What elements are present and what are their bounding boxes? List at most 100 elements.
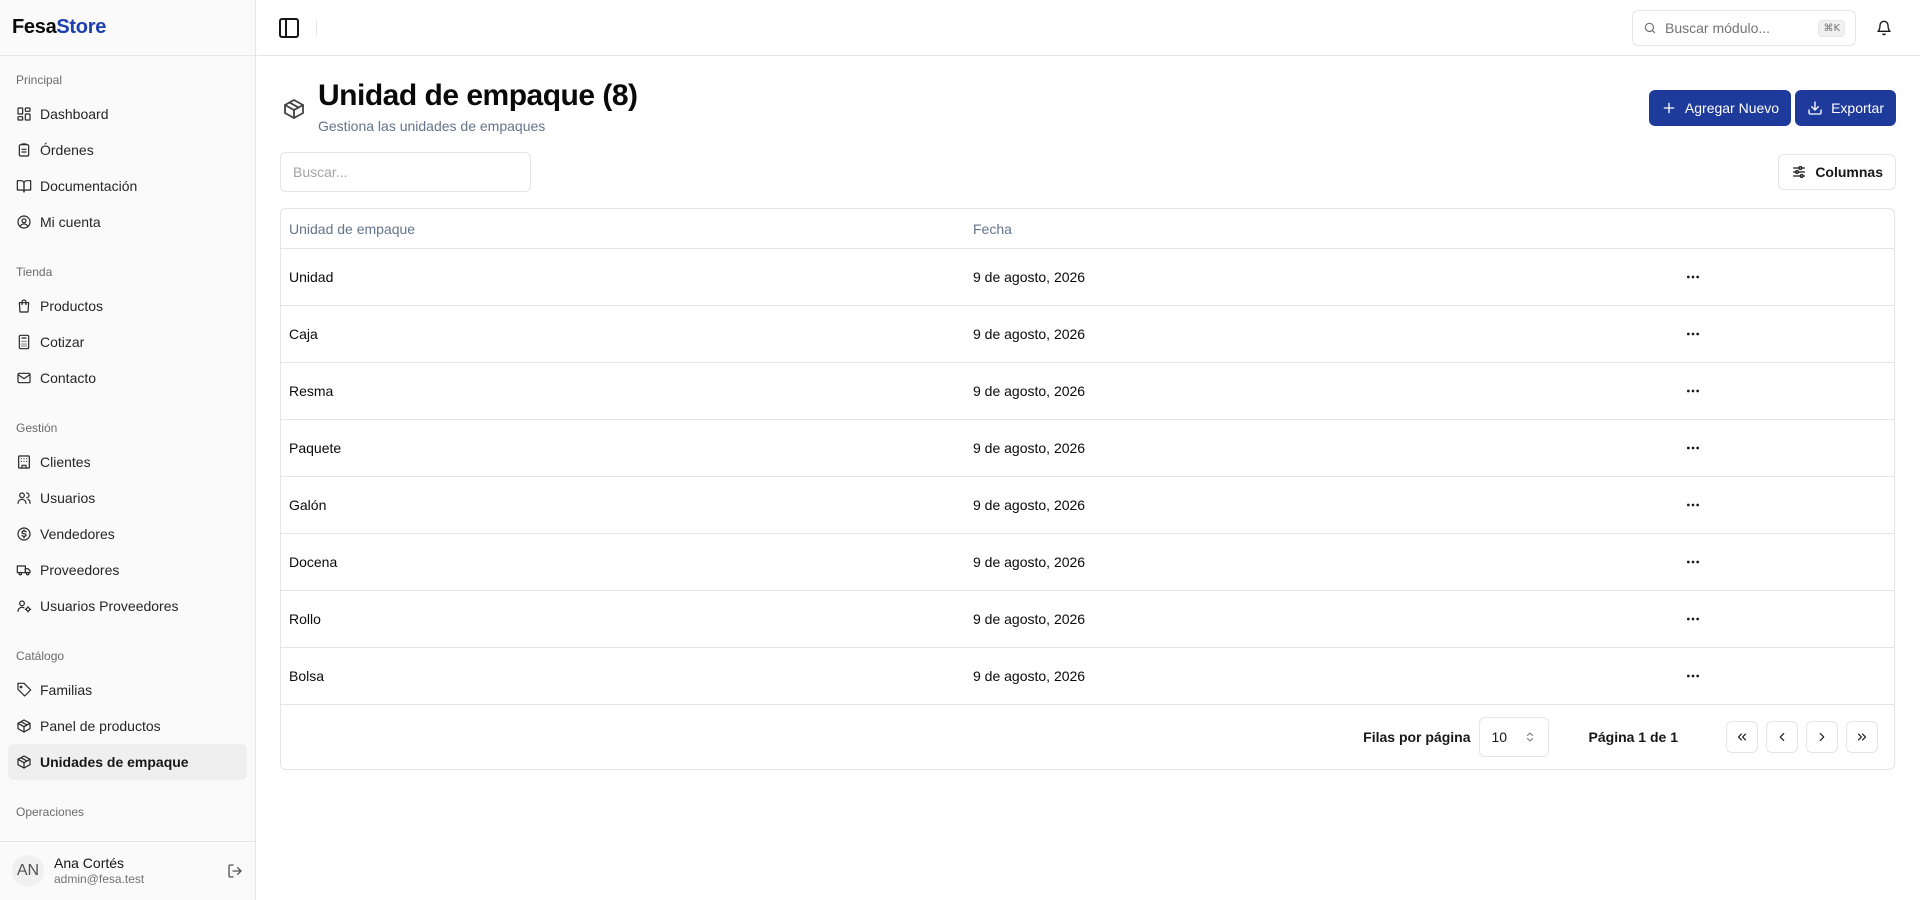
table-row[interactable]: Bolsa 9 de agosto, 2026 (281, 648, 1894, 705)
sidebar-item-cotizar[interactable]: Cotizar (8, 324, 247, 360)
column-header-unit[interactable]: Unidad de empaque (281, 221, 973, 237)
column-header-date[interactable]: Fecha (973, 221, 1673, 237)
row-actions-button[interactable] (1677, 546, 1709, 578)
topbar: Buscar módulo... ⌘K (257, 0, 1920, 56)
more-horizontal-icon (1687, 275, 1699, 279)
sidebar-item-contacto[interactable]: Contacto (8, 360, 247, 396)
table-row[interactable]: Rollo 9 de agosto, 2026 (281, 591, 1894, 648)
topbar-separator (316, 20, 317, 36)
dashboard-icon (17, 107, 31, 121)
cell-date: 9 de agosto, 2026 (973, 326, 1086, 342)
cell-actions (1673, 489, 1713, 521)
sidebar-item-label: Órdenes (40, 142, 94, 158)
sidebar-item-label: Dashboard (40, 106, 109, 122)
previous-page-button[interactable] (1766, 721, 1798, 753)
row-actions-button[interactable] (1677, 489, 1709, 521)
export-button[interactable]: Exportar (1795, 90, 1896, 126)
cell-actions (1673, 660, 1713, 692)
nav-group: Gestión Clientes Usuarios Vendedores Proveed… (8, 412, 247, 624)
table-row[interactable]: Unidad 9 de agosto, 2026 (281, 249, 1894, 306)
cell-date: 9 de agosto, 2026 (973, 611, 1086, 627)
sidebar-item-label: Unidades de empaque (40, 754, 189, 770)
cell-date: 9 de agosto, 2026 (973, 269, 1086, 285)
brand-logo[interactable]: Fesa Store (0, 0, 255, 56)
row-actions-button[interactable] (1677, 261, 1709, 293)
sidebar-item-label: Documentación (40, 178, 138, 194)
cell-unit: Rollo (289, 611, 321, 627)
last-page-button[interactable] (1846, 721, 1878, 753)
table-row[interactable]: Galón 9 de agosto, 2026 (281, 477, 1894, 534)
shopping-bag-icon (18, 299, 30, 313)
sidebar-item-label: Cotizar (40, 334, 85, 350)
sidebar-item-usuarios[interactable]: Usuarios (8, 480, 247, 516)
first-page-button[interactable] (1726, 721, 1758, 753)
rows-per-page-select[interactable]: 10 (1478, 717, 1549, 757)
package-icon (284, 99, 304, 119)
package-icon (17, 755, 31, 769)
plus-icon (1663, 102, 1675, 114)
sidebar-item-dashboard[interactable]: Dashboard (8, 96, 247, 132)
sidebar-item-usuarios-proveedores[interactable]: Usuarios Proveedores (8, 588, 247, 624)
sidebar-item-label: Proveedores (40, 562, 120, 578)
building-icon (18, 455, 30, 469)
columns-label: Columnas (1815, 164, 1883, 180)
sidebar-item-label: Vendedores (40, 526, 115, 542)
sidebar-item-proveedores[interactable]: Proveedores (8, 552, 247, 588)
sidebar-item-clientes[interactable]: Clientes (8, 444, 247, 480)
row-actions-button[interactable] (1677, 432, 1709, 464)
page-title: Unidad de empaque (8) (318, 79, 638, 112)
sidebar-item-label: Clientes (40, 454, 91, 470)
next-page-button[interactable] (1806, 721, 1838, 753)
more-horizontal-icon (1687, 674, 1699, 678)
cell-unit: Caja (289, 326, 318, 342)
cell-unit: Resma (289, 383, 334, 399)
nav-group-label: Gestión (16, 421, 58, 435)
sidebar-item-vendedores[interactable]: Vendedores (8, 516, 247, 552)
add-new-button[interactable]: Agregar Nuevo (1648, 90, 1792, 126)
table-search-input[interactable] (280, 152, 531, 192)
users-icon (17, 492, 31, 504)
user-name: Ana Cortés (54, 855, 125, 872)
sidebar-item-mi-cuenta[interactable]: Mi cuenta (8, 204, 247, 240)
sidebar-item-label: Usuarios (40, 490, 96, 506)
download-icon (1808, 101, 1822, 115)
sidebar-item-ordenes[interactable]: Órdenes (8, 132, 247, 168)
sidebar-item-label: Contacto (40, 370, 97, 386)
user-email: admin@fesa.test (54, 872, 145, 887)
columns-button[interactable]: Columnas (1778, 154, 1896, 190)
nav-group-label: Tienda (16, 265, 53, 279)
table-row[interactable]: Paquete 9 de agosto, 2026 (281, 420, 1894, 477)
avatar[interactable]: AN (12, 855, 44, 887)
sidebar-item-documentacion[interactable]: Documentación (8, 168, 247, 204)
book-icon (16, 180, 32, 193)
row-actions-button[interactable] (1677, 318, 1709, 350)
sidebar-item-familias[interactable]: Familias (8, 672, 247, 708)
more-horizontal-icon (1687, 332, 1699, 336)
table-row[interactable]: Resma 9 de agosto, 2026 (281, 363, 1894, 420)
sidebar-item-unidades-de-empaque[interactable]: Unidades de empaque (8, 744, 247, 780)
sidebar-toggle-icon[interactable] (277, 16, 301, 40)
table-row[interactable]: Caja 9 de agosto, 2026 (281, 306, 1894, 363)
tag-icon (17, 682, 32, 697)
sidebar-item-panel-de-productos[interactable]: Panel de productos (8, 708, 247, 744)
sidebar-nav: Principal Dashboard Órdenes Documentación Mi… (0, 56, 255, 841)
cell-actions (1673, 603, 1713, 635)
chevrons-left-icon (1737, 733, 1747, 741)
table-row[interactable]: Docena 9 de agosto, 2026 (281, 534, 1894, 591)
sidebar-item-productos[interactable]: Productos (8, 288, 247, 324)
more-horizontal-icon (1687, 503, 1699, 507)
cell-date: 9 de agosto, 2026 (973, 668, 1086, 684)
row-actions-button[interactable] (1677, 375, 1709, 407)
row-actions-button[interactable] (1677, 660, 1709, 692)
bell-icon[interactable] (1876, 20, 1892, 36)
logout-icon[interactable] (227, 863, 243, 879)
module-search[interactable]: Buscar módulo... ⌘K (1632, 10, 1856, 46)
mail-icon (17, 372, 31, 384)
cell-actions (1673, 432, 1713, 464)
brand-part-2: Store (56, 16, 107, 38)
nav-group-label: Principal (16, 73, 63, 87)
sidebar-item-label: Productos (40, 298, 104, 314)
more-horizontal-icon (1687, 389, 1699, 393)
cell-unit: Galón (289, 497, 327, 513)
row-actions-button[interactable] (1677, 603, 1709, 635)
